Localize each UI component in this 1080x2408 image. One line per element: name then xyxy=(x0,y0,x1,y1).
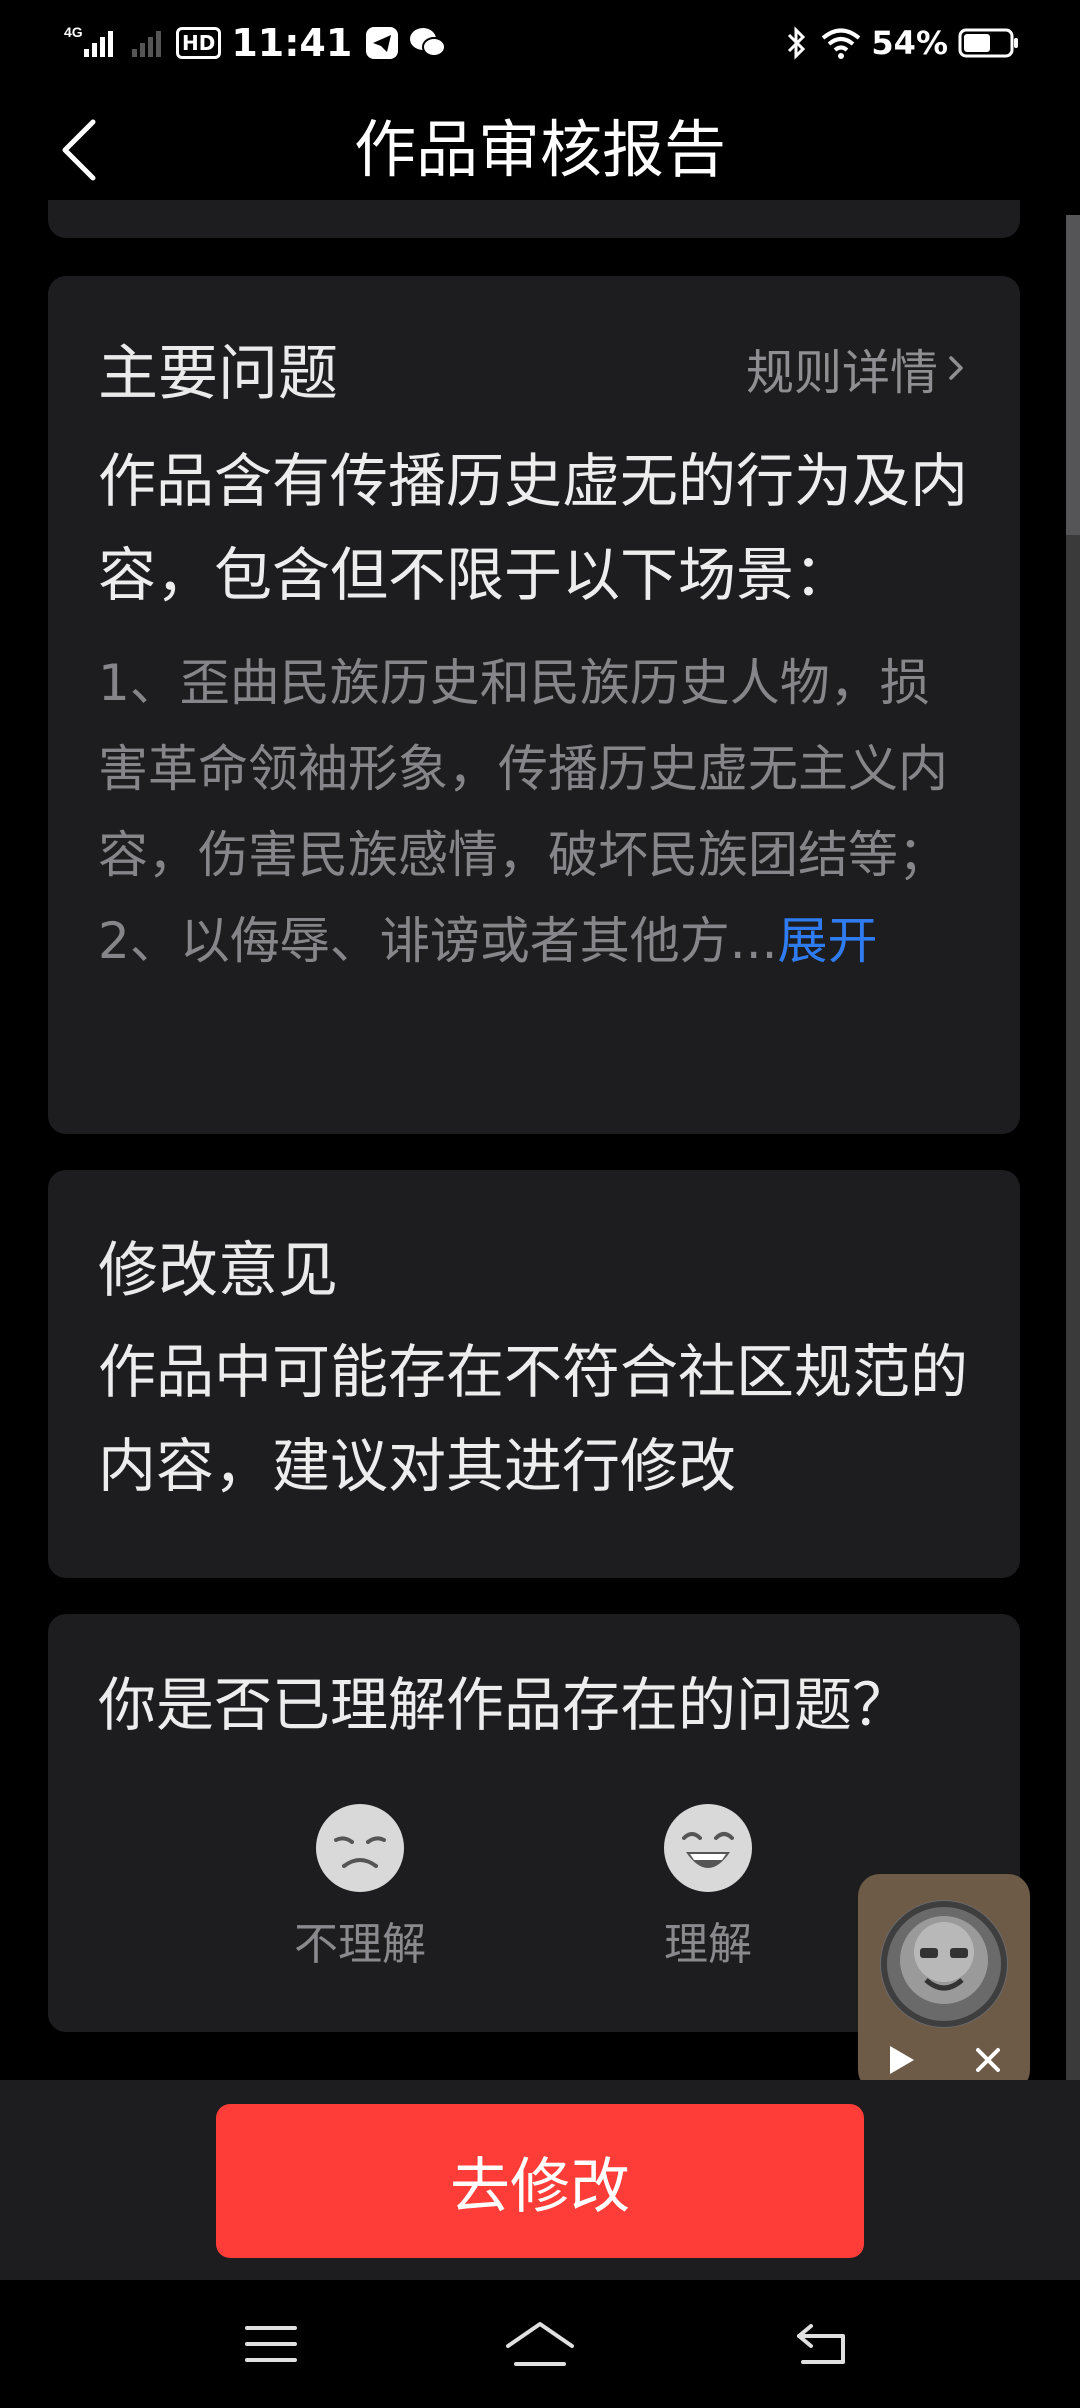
status-bar: 4G HD 11:41 54% xyxy=(0,0,1080,90)
not-understand-option[interactable]: 不理解 xyxy=(260,1802,460,1972)
mini-player-play-button[interactable] xyxy=(878,2038,922,2082)
suggestion-card: 修改意见 作品中可能存在不符合社区规范的内容，建议对其进行修改 xyxy=(48,1170,1020,1578)
network-type-label: 4G xyxy=(64,24,83,40)
issue-detail-block: 1、歪曲民族历史和民族历史人物，损害革命领袖形象，传播历史虚无主义内容，伤害民族… xyxy=(98,640,970,984)
cellular-signal-icon: 4G xyxy=(64,24,113,57)
mini-player-avatar[interactable] xyxy=(880,1900,1008,2028)
go-modify-button[interactable]: 去修改 xyxy=(216,2104,864,2258)
system-navigation-bar xyxy=(0,2280,1080,2408)
mini-player-close-button[interactable] xyxy=(966,2038,1010,2082)
feedback-question-text: 你是否已理解作品存在的问题？ xyxy=(98,1671,911,1739)
play-icon xyxy=(890,2046,914,2074)
telegram-icon xyxy=(366,27,399,59)
floating-mini-player[interactable] xyxy=(858,1874,1030,2092)
menu-icon xyxy=(245,2326,297,2362)
rules-detail-link[interactable]: 规则详情 xyxy=(746,333,970,403)
page-title: 作品审核报告 xyxy=(353,113,726,186)
chevron-right-icon xyxy=(949,356,963,380)
status-left: 4G HD 11:41 xyxy=(62,18,448,68)
back-nav-icon xyxy=(797,2324,845,2364)
issue-card-title: 主要问题 xyxy=(98,338,338,409)
previous-card-edge xyxy=(48,200,1020,238)
home-nav-button[interactable] xyxy=(495,2302,585,2386)
expand-link[interactable]: 展开 xyxy=(778,912,878,970)
unhappy-face-icon xyxy=(316,1804,404,1892)
wifi-icon xyxy=(822,28,861,59)
bluetooth-icon xyxy=(788,26,806,60)
issue-summary-text: 作品含有传播历史虚无的行为及内容，包含但不限于以下场景： xyxy=(98,447,969,609)
suggestion-text: 作品中可能存在不符合社区规范的内容，建议对其进行修改 xyxy=(98,1338,969,1500)
rules-detail-label: 规则详情 xyxy=(745,345,938,401)
navigation-bar: 作品审核报告 xyxy=(0,90,1080,210)
battery-percent: 54% xyxy=(871,24,948,62)
laughing-face-icon xyxy=(664,1804,752,1892)
home-icon xyxy=(506,2322,574,2366)
issue-card-header: 主要问题 规则详情 xyxy=(98,328,970,409)
understand-label: 理解 xyxy=(664,1919,752,1970)
understand-option[interactable]: 理解 xyxy=(608,1802,808,1972)
main-issue-card: 主要问题 规则详情 作品含有传播历史虚无的行为及内容，包含但不限于以下场景： 1… xyxy=(48,276,1020,1134)
scrollbar-thumb[interactable] xyxy=(1066,215,1080,535)
secondary-signal-icon xyxy=(132,31,161,57)
menu-nav-button[interactable] xyxy=(226,2302,316,2386)
not-understand-label: 不理解 xyxy=(294,1919,426,1970)
suggestion-card-title: 修改意见 xyxy=(98,1236,338,1306)
status-right: 54% xyxy=(783,18,1020,68)
wechat-icon xyxy=(410,28,447,57)
avatar-thumbnail-image xyxy=(880,1900,1008,2028)
clock-time: 11:41 xyxy=(231,21,353,65)
close-icon xyxy=(976,2048,1000,2072)
back-nav-button[interactable] xyxy=(778,2302,868,2386)
hd-badge: HD xyxy=(176,27,222,59)
battery-icon xyxy=(958,28,1018,58)
